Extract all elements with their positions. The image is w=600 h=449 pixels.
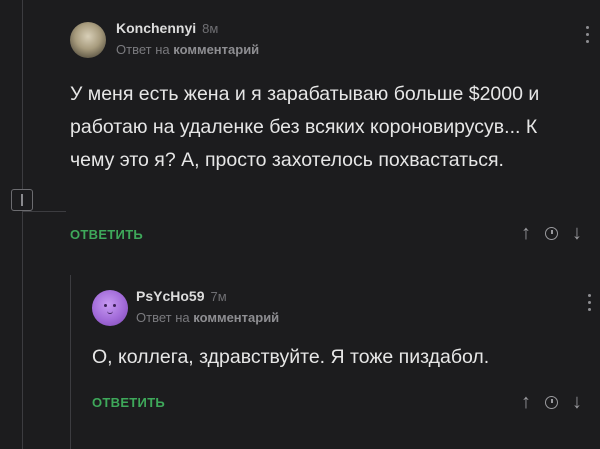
thread-line (22, 0, 23, 449)
reply-prefix: Ответ на (116, 42, 170, 57)
thread-connector (22, 211, 66, 212)
nested-thread-line (70, 275, 71, 449)
clock-icon[interactable] (545, 226, 558, 240)
more-options-icon[interactable] (586, 26, 590, 46)
reply-button[interactable]: ОТВЕТИТЬ (70, 227, 143, 242)
arrow-up-icon[interactable]: ↑ (521, 223, 531, 243)
clock-icon[interactable] (545, 395, 558, 409)
arrow-down-icon[interactable]: ↓ (572, 392, 582, 412)
reply-prefix: Ответ на (136, 310, 190, 325)
arrow-up-icon[interactable]: ↑ (521, 392, 531, 412)
avatar[interactable] (92, 290, 128, 326)
author-name[interactable]: Konchennyi (116, 20, 196, 36)
reply-target-link[interactable]: комментарий (173, 42, 259, 57)
collapse-thread-button[interactable] (11, 189, 33, 211)
comment-time[interactable]: 8м (202, 21, 218, 36)
author-name[interactable]: PsYcHo59 (136, 288, 204, 304)
comment-text: О, коллега, здравствуйте. Я тоже пиздабо… (92, 346, 490, 368)
comment-actions: ↑ ↓ (521, 392, 582, 412)
collapse-icon (21, 194, 23, 206)
comment-header: PsYcHo59 7м Ответ на комментарий (136, 288, 279, 325)
reply-to-info: Ответ на комментарий (116, 42, 259, 57)
reply-target-link[interactable]: комментарий (193, 310, 279, 325)
comment-actions: ↑ ↓ (521, 223, 582, 243)
reply-button[interactable]: ОТВЕТИТЬ (92, 395, 165, 410)
comment-header: Konchennyi 8м Ответ на комментарий (116, 20, 259, 57)
reply-to-info: Ответ на комментарий (136, 310, 279, 325)
arrow-down-icon[interactable]: ↓ (572, 223, 582, 243)
avatar[interactable] (70, 22, 106, 58)
comment-text: У меня есть жена и я зарабатываю больше … (70, 83, 540, 171)
more-options-icon[interactable] (588, 294, 592, 314)
comment-time[interactable]: 7м (210, 289, 226, 304)
